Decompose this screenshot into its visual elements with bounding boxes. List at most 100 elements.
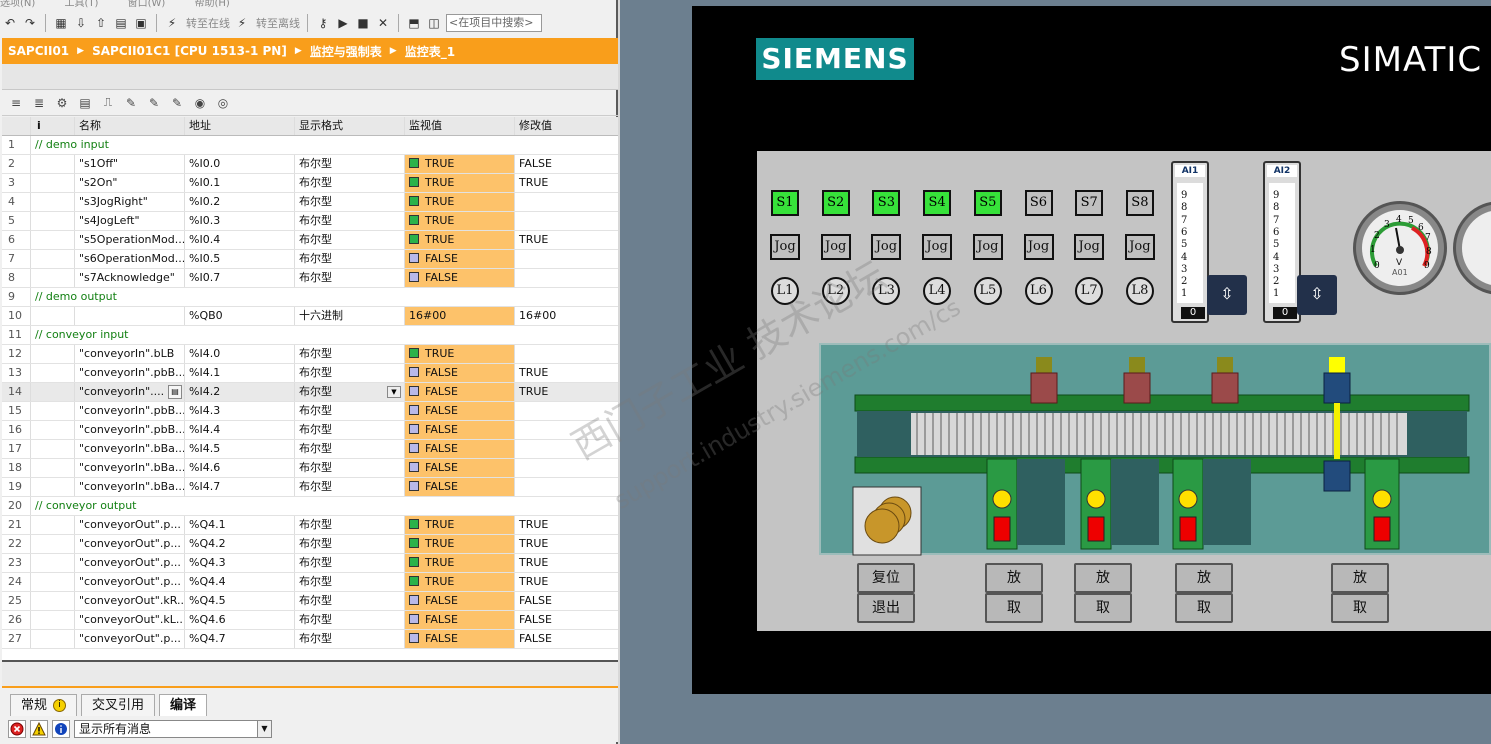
- tag-address[interactable]: %Q4.6: [184, 611, 294, 629]
- take-button-3[interactable]: 取: [1175, 593, 1233, 623]
- display-format[interactable]: 布尔型: [294, 573, 404, 591]
- modify-value[interactable]: 16#00: [514, 307, 618, 325]
- modify-value[interactable]: [514, 478, 618, 496]
- modify-value[interactable]: [514, 402, 618, 420]
- modify-value[interactable]: TRUE: [514, 174, 618, 192]
- put-button-3[interactable]: 放: [1175, 563, 1233, 593]
- put-button-1[interactable]: 放: [985, 563, 1043, 593]
- modify-value[interactable]: FALSE: [514, 630, 618, 648]
- modify-value[interactable]: [514, 421, 618, 439]
- switch-button-1[interactable]: S1: [771, 190, 799, 216]
- tag-name[interactable]: "conveyorOut".p...: [74, 630, 184, 648]
- tag-name[interactable]: "conveyorOut".p...: [74, 554, 184, 572]
- table-row[interactable]: 14 "conveyorIn".... %I4.2 布尔型 FALSE TRUE ▤ ▼: [2, 383, 618, 402]
- modify-value[interactable]: [514, 250, 618, 268]
- device-icon[interactable]: ▤: [113, 14, 129, 32]
- display-format[interactable]: 布尔型: [294, 250, 404, 268]
- header-monitor-value[interactable]: 监视值: [404, 117, 514, 135]
- close-icon[interactable]: ✕: [375, 14, 391, 32]
- tag-browse-icon[interactable]: ▤: [168, 385, 182, 399]
- modify-value[interactable]: TRUE: [514, 383, 618, 401]
- table-row[interactable]: 22 "conveyorOut".p... %Q4.2 布尔型 TRUE TRUE: [2, 535, 618, 554]
- display-format[interactable]: 布尔型: [294, 193, 404, 211]
- redo-icon[interactable]: ↷: [22, 14, 38, 32]
- display-format[interactable]: 十六进制: [294, 307, 404, 325]
- tag-address[interactable]: %I4.5: [184, 440, 294, 458]
- tag-name[interactable]: "conveyorIn".pbB...: [74, 421, 184, 439]
- table-row[interactable]: 20 // conveyor output: [2, 497, 618, 516]
- modify-value[interactable]: FALSE: [514, 155, 618, 173]
- modify-value[interactable]: [514, 193, 618, 211]
- display-format[interactable]: 布尔型: [294, 174, 404, 192]
- reset-button[interactable]: 复位: [857, 563, 915, 593]
- tag-address[interactable]: %I4.7: [184, 478, 294, 496]
- tag-address[interactable]: %I0.1: [184, 174, 294, 192]
- table-row[interactable]: 1 // demo input: [2, 136, 618, 155]
- display-format[interactable]: 布尔型: [294, 459, 404, 477]
- modify-value[interactable]: FALSE: [514, 592, 618, 610]
- display-format[interactable]: 布尔型: [294, 402, 404, 420]
- header-name[interactable]: 名称: [74, 117, 184, 135]
- switch-button-5[interactable]: S5: [973, 190, 1002, 216]
- project-search-input[interactable]: <在项目中搜索>: [446, 14, 542, 32]
- tag-address[interactable]: %Q4.4: [184, 573, 294, 591]
- tag-name[interactable]: "s4JogLeft": [74, 212, 184, 230]
- tag-address[interactable]: %I4.0: [184, 345, 294, 363]
- switch-button-8[interactable]: S8: [1125, 190, 1154, 216]
- jog-button-2[interactable]: Jog: [820, 234, 851, 260]
- display-format-icon[interactable]: ▤: [77, 94, 93, 112]
- exit-button[interactable]: 退出: [857, 593, 915, 623]
- tag-name[interactable]: "conveyorOut".p...: [74, 516, 184, 534]
- tag-name[interactable]: "s7Acknowledge": [74, 269, 184, 287]
- tag-address[interactable]: %Q4.7: [184, 630, 294, 648]
- table-row[interactable]: 18 "conveyorIn".bBa... %I4.6 布尔型 FALSE: [2, 459, 618, 478]
- jog-button-4[interactable]: Jog: [922, 234, 953, 260]
- insert-row-icon[interactable]: ≡: [8, 94, 24, 112]
- info-filter-icon[interactable]: [52, 720, 70, 738]
- tag-address[interactable]: %Q4.1: [184, 516, 294, 534]
- table-row[interactable]: 2 "s1Off" %I0.0 布尔型 TRUE FALSE: [2, 155, 618, 174]
- put-button-4[interactable]: 放: [1331, 563, 1389, 593]
- menu-options[interactable]: 选项(N): [0, 0, 35, 8]
- tag-address[interactable]: %I4.4: [184, 421, 294, 439]
- breadcrumb-project[interactable]: SAPCII01: [8, 44, 69, 58]
- tag-name[interactable]: "s6OperationMod...: [74, 250, 184, 268]
- upload-icon[interactable]: ⇧: [93, 14, 109, 32]
- jog-button-5[interactable]: Jog: [972, 234, 1003, 260]
- switch-button-4[interactable]: S4: [923, 190, 952, 216]
- ai1-updown-button[interactable]: ⇳: [1207, 275, 1247, 315]
- table-row[interactable]: 8 "s7Acknowledge" %I0.7 布尔型 FALSE: [2, 269, 618, 288]
- tab-compile[interactable]: 编译: [159, 694, 208, 716]
- table-row[interactable]: 27 "conveyorOut".p... %Q4.7 布尔型 FALSE FALSE: [2, 630, 618, 649]
- tag-address[interactable]: %QB0: [184, 307, 294, 325]
- tag-address[interactable]: %I0.5: [184, 250, 294, 268]
- tag-name[interactable]: "conveyorIn".bBa...: [74, 459, 184, 477]
- modify-value[interactable]: TRUE: [514, 516, 618, 534]
- tab-cross-reference[interactable]: 交叉引用: [81, 694, 156, 716]
- menu-help[interactable]: 帮助(H): [194, 0, 229, 8]
- modify-once-icon[interactable]: ✎: [146, 94, 162, 112]
- tag-name[interactable]: "conveyorOut".kL...: [74, 611, 184, 629]
- ai2-updown-button[interactable]: ⇳: [1297, 275, 1337, 315]
- warning-filter-icon[interactable]: [30, 720, 48, 738]
- tag-name[interactable]: "s5OperationMod...: [74, 231, 184, 249]
- jog-button-1[interactable]: Jog: [770, 234, 800, 260]
- display-format[interactable]: 布尔型: [294, 478, 404, 496]
- modify-value[interactable]: [514, 440, 618, 458]
- switch-button-7[interactable]: S7: [1075, 190, 1104, 216]
- display-format[interactable]: 布尔型: [294, 155, 404, 173]
- display-format[interactable]: 布尔型: [294, 421, 404, 439]
- take-button-4[interactable]: 取: [1331, 593, 1389, 623]
- modify-value[interactable]: TRUE: [514, 554, 618, 572]
- modify-value[interactable]: [514, 212, 618, 230]
- table-row[interactable]: 26 "conveyorOut".kL... %Q4.6 布尔型 FALSE FALSE: [2, 611, 618, 630]
- modify-now-icon[interactable]: ⚙: [54, 94, 70, 112]
- table-row[interactable]: 15 "conveyorIn".pbB... %I4.3 布尔型 FALSE: [2, 402, 618, 421]
- monitor-once-icon[interactable]: ◎: [215, 94, 231, 112]
- tag-name[interactable]: "s2On": [74, 174, 184, 192]
- modify-value[interactable]: TRUE: [514, 231, 618, 249]
- tag-name[interactable]: "conveyorOut".p...: [74, 535, 184, 553]
- table-row[interactable]: 19 "conveyorIn".bBa... %I4.7 布尔型 FALSE: [2, 478, 618, 497]
- format-dropdown-icon[interactable]: ▼: [387, 386, 401, 398]
- breadcrumb-watch-tables[interactable]: 监控与强制表: [310, 43, 382, 60]
